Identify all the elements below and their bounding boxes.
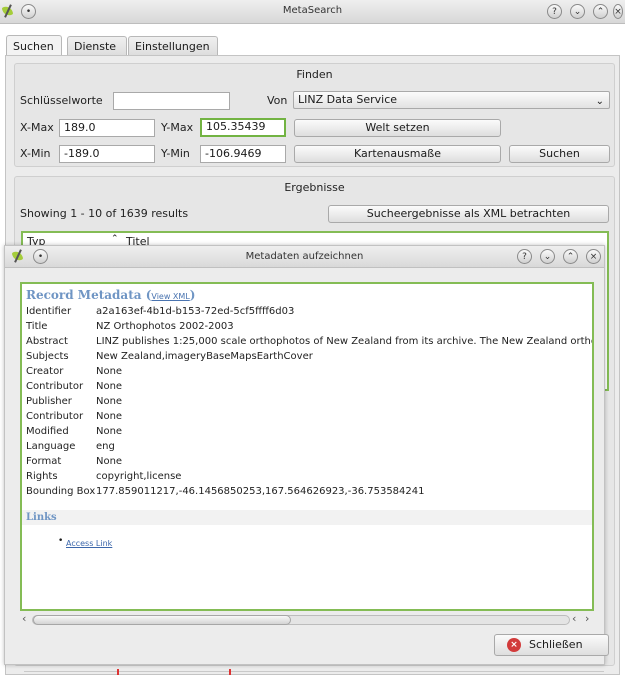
maximize-icon[interactable]: ⌃ [593,4,608,19]
help-icon[interactable]: ? [517,249,532,264]
maximize-icon[interactable]: ⌃ [563,249,578,264]
metadata-view[interactable]: Record Metadata (View XML) Identifier a2a… [20,282,594,611]
metadata-value: None [96,381,123,392]
window-title: MetaSearch [282,5,343,16]
ymax-input[interactable]: 105.35439 [200,118,286,137]
welt-setzen-button[interactable]: Welt setzen [294,119,501,137]
xmin-input[interactable]: -189.0 [59,145,155,163]
kartenausmasse-button[interactable]: Kartenausmaße [294,145,501,163]
xmax-label: X-Max [20,121,54,134]
view-xml-results-button[interactable]: Sucheergebnisse als XML betrachten [328,205,609,223]
links-heading: Links [22,510,592,525]
metadata-key: Abstract [26,336,68,347]
tab-einstellungen[interactable]: Einstellungen [128,36,218,56]
red-marker [229,669,231,675]
metadata-value: copyright,license [96,471,182,482]
dialog-titlebar: • Metadaten aufzeichnen ? ⌄ ⌃ × [5,246,604,268]
xmax-input[interactable]: 189.0 [59,119,155,137]
metadata-key: Title [26,321,48,332]
catalog-select[interactable]: LINZ Data Service ⌄ [293,91,610,109]
keywords-label: Schlüsselworte [20,94,103,107]
scroll-left-icon[interactable]: ‹ [22,612,26,625]
bullet-icon: • [58,536,64,546]
metadata-key: Contributor [26,381,84,392]
metadata-dialog: • Metadaten aufzeichnen ? ⌄ ⌃ × Record M… [4,245,609,665]
metadata-key: Subjects [26,351,69,362]
metadata-key: Publisher [26,396,72,407]
minimize-icon[interactable]: ⌄ [540,249,555,264]
finden-group: Finden Schlüsselworte Von LINZ Data Serv… [14,63,615,167]
ymin-input[interactable]: -106.9469 [200,145,286,163]
main-titlebar: • MetaSearch ? ⌄ ⌃ × [0,0,625,24]
metadata-key: Language [26,441,76,452]
tab-dienste[interactable]: Dienste [67,36,127,56]
suchen-button[interactable]: Suchen [509,145,610,163]
metadata-value: None [96,366,123,377]
metadata-key: Bounding Box [26,486,96,497]
finden-title: Finden [296,68,333,81]
metadata-value: New Zealand,imageryBaseMapsEarthCover [96,351,313,362]
close-icon[interactable]: × [613,4,623,19]
metadata-value: a2a163ef-4b1d-b153-72ed-5cf5ffff6d03 [96,306,295,317]
dialog-title: Metadaten aufzeichnen [245,251,364,262]
xmin-label: X-Min [20,147,51,160]
ymin-label: Y-Min [161,147,190,160]
metadata-value: LINZ publishes 1:25,000 scale orthophoto… [96,336,594,347]
record-heading-text: Record Metadata [26,288,142,302]
catalog-select-value: LINZ Data Service [298,93,398,106]
ymax-label: Y-Max [161,121,194,134]
close-button-label: Schließen [529,638,583,651]
scroll-left-icon[interactable]: ‹ [572,612,576,625]
help-icon[interactable]: ? [547,4,562,19]
metadata-key: Rights [26,471,58,482]
metadata-value: None [96,411,123,422]
metadata-value: None [96,396,123,407]
ergebnisse-title: Ergebnisse [284,181,345,194]
metadata-value: None [96,456,123,467]
close-circle-icon: × [507,638,521,652]
metadata-value: eng [96,441,115,452]
chevron-down-icon: ⌄ [595,96,604,107]
metadata-value: 177.859011217,-46.1456850253,167.5646269… [96,486,425,497]
view-xml-link[interactable]: View XML [151,292,189,301]
metadata-value: NZ Orthophotos 2002-2003 [96,321,234,332]
scroll-right-icon[interactable]: › [585,612,589,625]
metadata-key: Format [26,456,62,467]
von-label: Von [267,94,288,107]
horizontal-scrollbar[interactable]: ‹ ‹ › [20,612,594,626]
record-metadata-heading: Record Metadata (View XML) [26,288,196,302]
metadata-key: Creator [26,366,64,377]
results-summary: Showing 1 - 10 of 1639 results [20,207,189,220]
metadata-value: None [96,426,123,437]
metadata-key: Modified [26,426,69,437]
keywords-input[interactable] [113,92,230,110]
access-link[interactable]: Access Link [66,539,112,548]
minimize-icon[interactable]: ⌄ [570,4,585,19]
red-marker [117,669,119,675]
sort-ascending-icon: ⌃ [111,234,119,244]
tab-suchen[interactable]: Suchen [6,35,62,56]
metadata-key: Contributor [26,411,84,422]
close-dialog-button[interactable]: × Schließen [494,634,609,656]
close-icon[interactable]: × [586,249,601,264]
bottom-divider [24,671,604,672]
scroll-thumb[interactable] [33,615,291,625]
metadata-key: Identifier [26,306,72,317]
